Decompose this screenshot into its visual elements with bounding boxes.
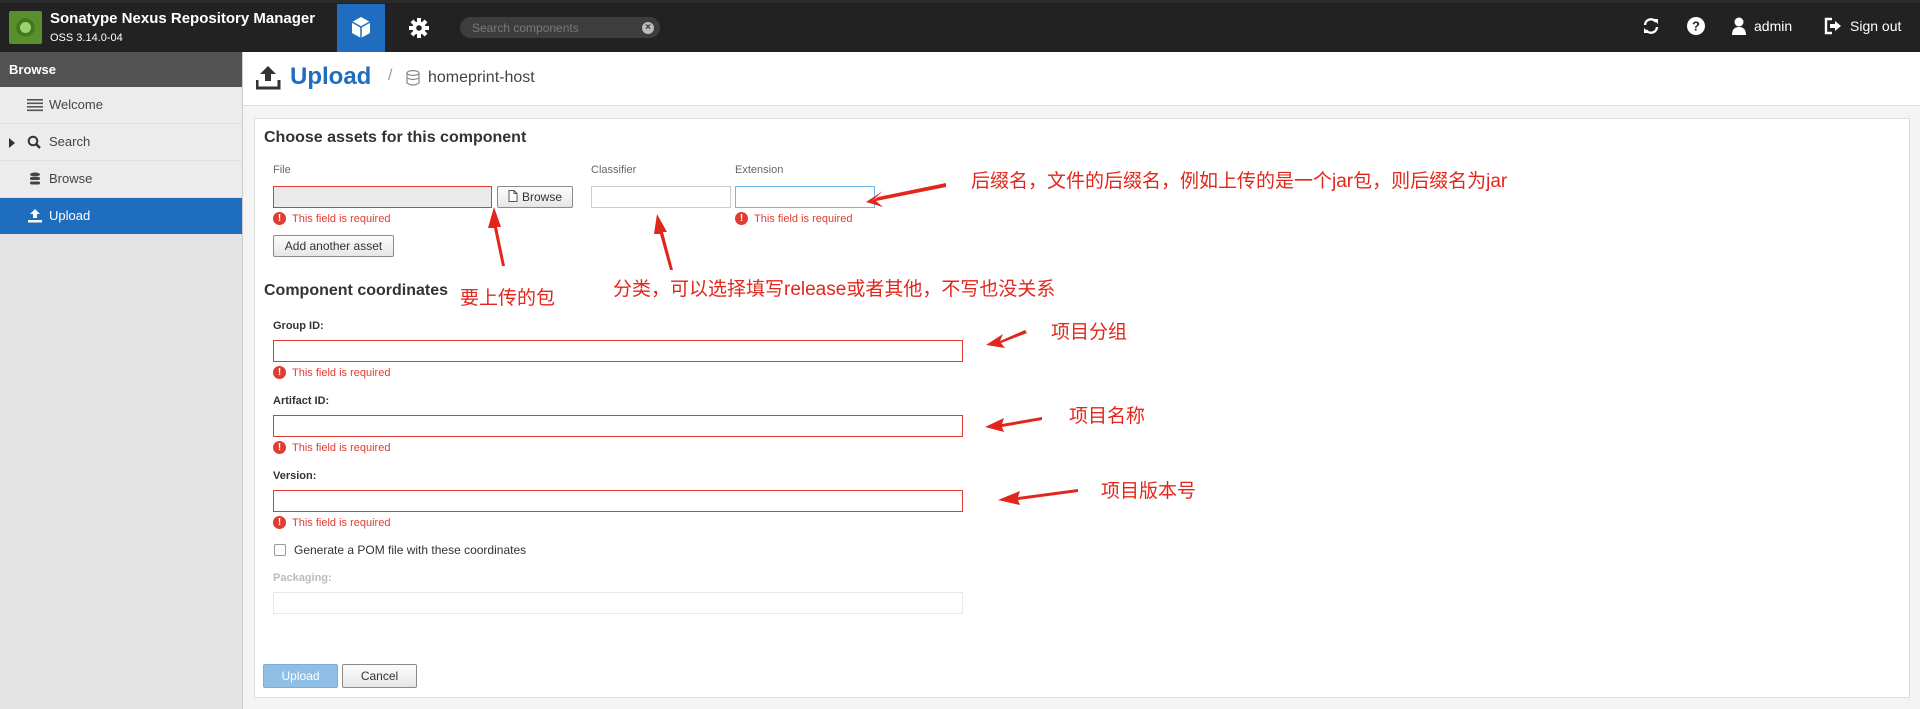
browse-label: Browse: [521, 190, 562, 204]
nexus-logo-icon: [9, 11, 42, 44]
add-another-asset-button[interactable]: Add another asset: [273, 235, 394, 257]
sidebar-heading: Browse: [0, 52, 242, 87]
error-icon: !: [273, 441, 286, 454]
group-id-field[interactable]: [273, 340, 963, 362]
version-field[interactable]: [273, 490, 963, 512]
file-error: ! This field is required: [273, 212, 390, 226]
search-components-box: ×: [460, 17, 660, 38]
packaging-field[interactable]: [273, 592, 963, 614]
user-button[interactable]: admin: [1731, 14, 1792, 38]
error-icon: !: [273, 212, 286, 225]
extension-error: ! This field is required: [735, 212, 852, 226]
browse-button[interactable]: Browse: [497, 186, 573, 208]
artifact-id-label: Artifact ID:: [273, 395, 330, 407]
search-input[interactable]: [470, 19, 634, 37]
file-error-text: This field is required: [292, 213, 391, 225]
main-content: Upload / homeprint-host Choose assets fo…: [243, 52, 1920, 709]
admin-mode-button[interactable]: [395, 4, 443, 52]
classifier-label: Classifier: [591, 164, 637, 176]
coordinates-section-title: Component coordinates: [264, 282, 449, 299]
username-label: admin: [1754, 18, 1793, 34]
extension-label: Extension: [735, 164, 784, 176]
user-icon: [1732, 17, 1746, 35]
app-version: OSS 3.14.0-04: [50, 32, 123, 44]
classifier-field[interactable]: [591, 186, 731, 208]
app-title: Sonatype Nexus Repository Manager: [50, 10, 316, 27]
upload-button[interactable]: Upload: [263, 664, 338, 688]
version-label: Version:: [273, 470, 317, 482]
file-icon: [508, 190, 518, 202]
upload-form-panel: Choose assets for this component File Cl…: [254, 118, 1910, 698]
packaging-label: Packaging:: [273, 572, 332, 584]
sign-out-icon: [1824, 17, 1841, 35]
error-icon: !: [273, 366, 286, 379]
sidebar-item-label: Welcome: [49, 97, 103, 112]
help-icon: ?: [1687, 17, 1705, 35]
sidebar-item-upload[interactable]: Upload: [0, 198, 242, 235]
extension-error-text: This field is required: [754, 213, 853, 225]
browse-mode-button[interactable]: [337, 4, 385, 52]
sidebar-item-label: Browse: [49, 171, 93, 186]
sign-out-button[interactable]: Sign out: [1823, 14, 1901, 38]
artifact-id-error-text: This field is required: [292, 442, 391, 454]
file-label: File: [273, 164, 291, 176]
gear-icon: [409, 18, 429, 38]
error-icon: !: [273, 516, 286, 529]
version-error-text: This field is required: [292, 517, 391, 529]
assets-section-title: Choose assets for this component: [264, 129, 527, 146]
search-icon: [27, 135, 41, 149]
clear-search-icon[interactable]: ×: [642, 22, 654, 34]
svg-text:?: ?: [1692, 19, 1700, 34]
version-error: ! This field is required: [273, 516, 390, 530]
sidebar-item-welcome[interactable]: Welcome: [0, 87, 242, 124]
file-field[interactable]: [273, 186, 492, 208]
generate-pom-label: Generate a POM file with these coordinat…: [294, 543, 527, 557]
upload-icon: [28, 209, 42, 223]
cancel-button[interactable]: Cancel: [342, 664, 417, 688]
upload-icon: [256, 66, 281, 90]
group-id-error: ! This field is required: [273, 366, 390, 380]
generate-pom-checkbox[interactable]: [274, 544, 286, 556]
sidebar-item-label: Search: [49, 134, 91, 149]
group-id-label: Group ID:: [273, 320, 324, 332]
database-icon: [30, 172, 40, 185]
artifact-id-error: ! This field is required: [273, 441, 390, 455]
extension-field[interactable]: [735, 186, 875, 208]
sign-out-label: Sign out: [1850, 18, 1902, 34]
group-id-error-text: This field is required: [292, 367, 391, 379]
sidebar: Browse Welcome Search Browse Upload: [0, 52, 243, 709]
breadcrumb-separator: /: [388, 67, 393, 84]
error-icon: !: [735, 212, 748, 225]
sidebar-item-browse[interactable]: Browse: [0, 161, 242, 198]
refresh-button[interactable]: [1641, 14, 1661, 38]
sidebar-item-label: Upload: [49, 208, 91, 223]
help-button[interactable]: ?: [1686, 14, 1706, 38]
top-header: Sonatype Nexus Repository Manager OSS 3.…: [0, 0, 1920, 52]
breadcrumb: Upload / homeprint-host: [243, 52, 1920, 106]
page-title[interactable]: Upload: [290, 63, 371, 91]
refresh-icon: [1643, 18, 1659, 34]
artifact-id-field[interactable]: [273, 415, 963, 437]
database-icon: [406, 70, 420, 86]
list-icon: [27, 99, 43, 112]
cube-icon: [351, 17, 371, 38]
sidebar-item-search[interactable]: Search: [0, 124, 242, 161]
expand-arrow-icon[interactable]: [9, 138, 15, 148]
breadcrumb-repository: homeprint-host: [428, 69, 535, 86]
